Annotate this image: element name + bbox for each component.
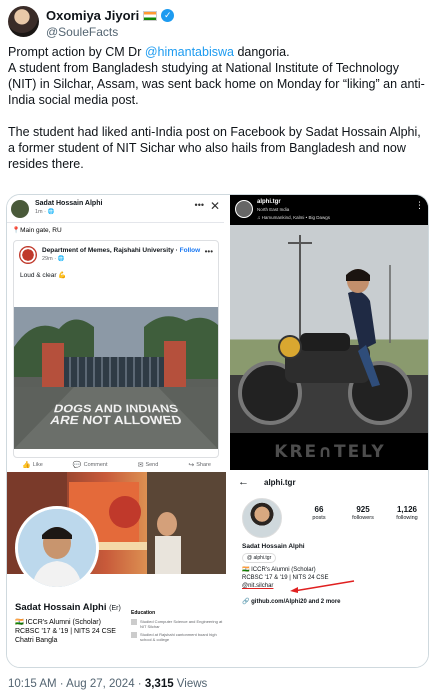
education-title: Education <box>131 611 224 616</box>
gate-photo: DOGS AND INDIANS ARE NOT ALLOWED <box>14 307 218 449</box>
views-label: Views <box>174 678 208 690</box>
ig-avatar <box>242 498 282 538</box>
view-count: 3,315 <box>145 678 174 690</box>
comment-action: 💬 Comment <box>73 460 108 470</box>
bike-photo <box>230 225 429 433</box>
media-instagram-screenshot[interactable]: ← alphi.tgr 66 posts 925 followers 1,126 fo… <box>230 472 429 668</box>
page-name: Department of Memes, Rajshahi University… <box>42 247 200 254</box>
comment-icon: 💬 <box>73 461 82 469</box>
school-icon <box>131 619 137 625</box>
ig-username: alphi.tgr <box>264 478 296 487</box>
pin-icon: 📍 <box>12 227 20 234</box>
road-painted-text: DOGS AND INDIANS ARE NOT ALLOWED <box>14 403 218 426</box>
link-icon: 🔗 <box>242 599 251 605</box>
avatar-drawing <box>18 509 96 587</box>
bike-drawing <box>230 225 429 433</box>
fb-post-time: 1m · 🌐 <box>35 209 54 215</box>
ig-link: 🔗 github.com/Alphi20 and 2 more <box>242 598 340 605</box>
bio-line: 🇮🇳 ICCR's Alumni (Scholar) <box>15 618 116 627</box>
reel-location: North East India <box>257 207 289 212</box>
education-section: Education Studied Computer Science and E… <box>131 611 224 642</box>
tweet-timestamp[interactable]: 10:15 AM · Aug 27, 2024 · <box>8 678 145 690</box>
reel-audio: ♫ Hamumankind, Kalmi • Big Dawgs <box>257 215 330 220</box>
author-name[interactable]: Oxomiya Jiyori <box>46 8 139 23</box>
media-facebook-screenshot[interactable]: Sadat Hossain Alphi 1m · 🌐 ••• ✕ 📍Main g… <box>7 195 226 470</box>
share-icon: ↪ <box>188 461 194 469</box>
author-name-row[interactable]: Oxomiya Jiyori ✓ <box>46 8 174 23</box>
fb-poster-avatar <box>11 200 29 218</box>
author-avatar[interactable] <box>8 6 39 37</box>
red-arrow-icon <box>286 579 356 593</box>
fb-location: 📍Main gate, RU <box>12 226 62 234</box>
watermark-text: KRE∩TELY <box>230 442 429 462</box>
fb-post-header: Sadat Hossain Alphi 1m · 🌐 ••• ✕ <box>7 195 226 223</box>
profile-avatar <box>15 506 99 590</box>
bio-line: 🇮🇳 ICCR's Alumni (Scholar) <box>242 566 329 574</box>
ig-stat-following: 1,126 following <box>384 505 429 521</box>
page-post-time: 29m · 🌐 <box>42 256 64 262</box>
reel-header: alphi.tgr North East India ♫ Hamumankind… <box>230 195 429 225</box>
like-action: 👍 Like <box>22 460 43 470</box>
flag-emoji-icon: 🇮🇳 <box>15 619 26 626</box>
tweet-paragraph-1: Prompt action by CM Dr @himantabiswa dan… <box>8 44 430 108</box>
profile-name: Sadat Hossain Alphi (Er) <box>15 602 121 613</box>
more-icon: ••• <box>195 200 204 210</box>
tweet-text: Prompt action by CM Dr @himantabiswa dan… <box>8 44 430 172</box>
share-action: ↪ Share <box>188 460 211 470</box>
watermark-area: KRE∩TELY <box>230 433 429 470</box>
ig-threads-badge: @ alphi.tgr <box>242 553 276 563</box>
reel-avatar <box>235 200 253 218</box>
media-profile-screenshot[interactable]: Sadat Hossain Alphi (Er) 🇮🇳 ICCR's Alumn… <box>7 472 226 668</box>
tweet-header: Oxomiya Jiyori ✓ @SouleFacts <box>8 6 428 42</box>
bio-line: Chatri Bangla <box>15 636 116 645</box>
ig-top-bar: ← alphi.tgr <box>230 472 429 494</box>
thumbs-up-icon: 👍 <box>22 461 31 469</box>
send-action: ✉ Send <box>138 460 159 470</box>
flag-emoji-icon: 🇮🇳 <box>242 567 251 573</box>
send-icon: ✉ <box>138 461 144 469</box>
ig-stat-posts: 66 posts <box>296 505 342 521</box>
more-icon: ••• <box>205 247 213 256</box>
tweet-paragraph-2: The student had liked anti-India post on… <box>8 124 430 172</box>
mention-link[interactable]: @himantabiswa <box>145 45 234 59</box>
back-arrow-icon: ← <box>238 476 249 488</box>
fb-action-bar: 👍 Like 💬 Comment ✉ Send ↪ Share <box>7 460 226 470</box>
tweet-meta: 10:15 AM · Aug 27, 2024 · 3,315 Views <box>8 678 207 690</box>
fb-shared-post: Department of Memes, Rajshahi University… <box>13 240 219 458</box>
verified-badge-icon: ✓ <box>161 9 174 22</box>
media-bike-reel[interactable]: alphi.tgr North East India ♫ Hamumankind… <box>230 195 429 470</box>
profile-bio: 🇮🇳 ICCR's Alumni (Scholar) RCBSC '17 & '… <box>15 618 116 645</box>
india-flag-icon <box>143 11 157 21</box>
school-icon <box>131 632 137 638</box>
education-item: Studied at Rajshahi cantonment board hig… <box>131 632 224 642</box>
page-avatar <box>19 246 37 264</box>
more-vertical-icon: ⋮ <box>415 200 424 211</box>
flex-emoji-icon: 💪 <box>58 272 66 279</box>
globe-icon: 🌐 <box>58 256 65 262</box>
bio-line: RCBSC '17 & '19 | NITS 24 CSE <box>15 627 116 636</box>
globe-icon: 🌐 <box>48 209 55 215</box>
fb-poster-name: Sadat Hossain Alphi <box>35 200 102 207</box>
ig-display-name: Sadat Hossain Alphi <box>242 543 305 550</box>
close-icon: ✕ <box>210 199 220 213</box>
media-grid: Sadat Hossain Alphi 1m · 🌐 ••• ✕ 📍Main g… <box>6 194 429 668</box>
ig-stat-followers: 925 followers <box>340 505 386 521</box>
post-caption: Loud & clear 💪 <box>20 271 66 279</box>
gate-photo-drawing <box>14 307 218 449</box>
education-item: Studied Computer Science and Engineering… <box>131 619 224 629</box>
author-handle[interactable]: @SouleFacts <box>46 25 118 39</box>
reel-username: alphi.tgr <box>257 199 281 205</box>
